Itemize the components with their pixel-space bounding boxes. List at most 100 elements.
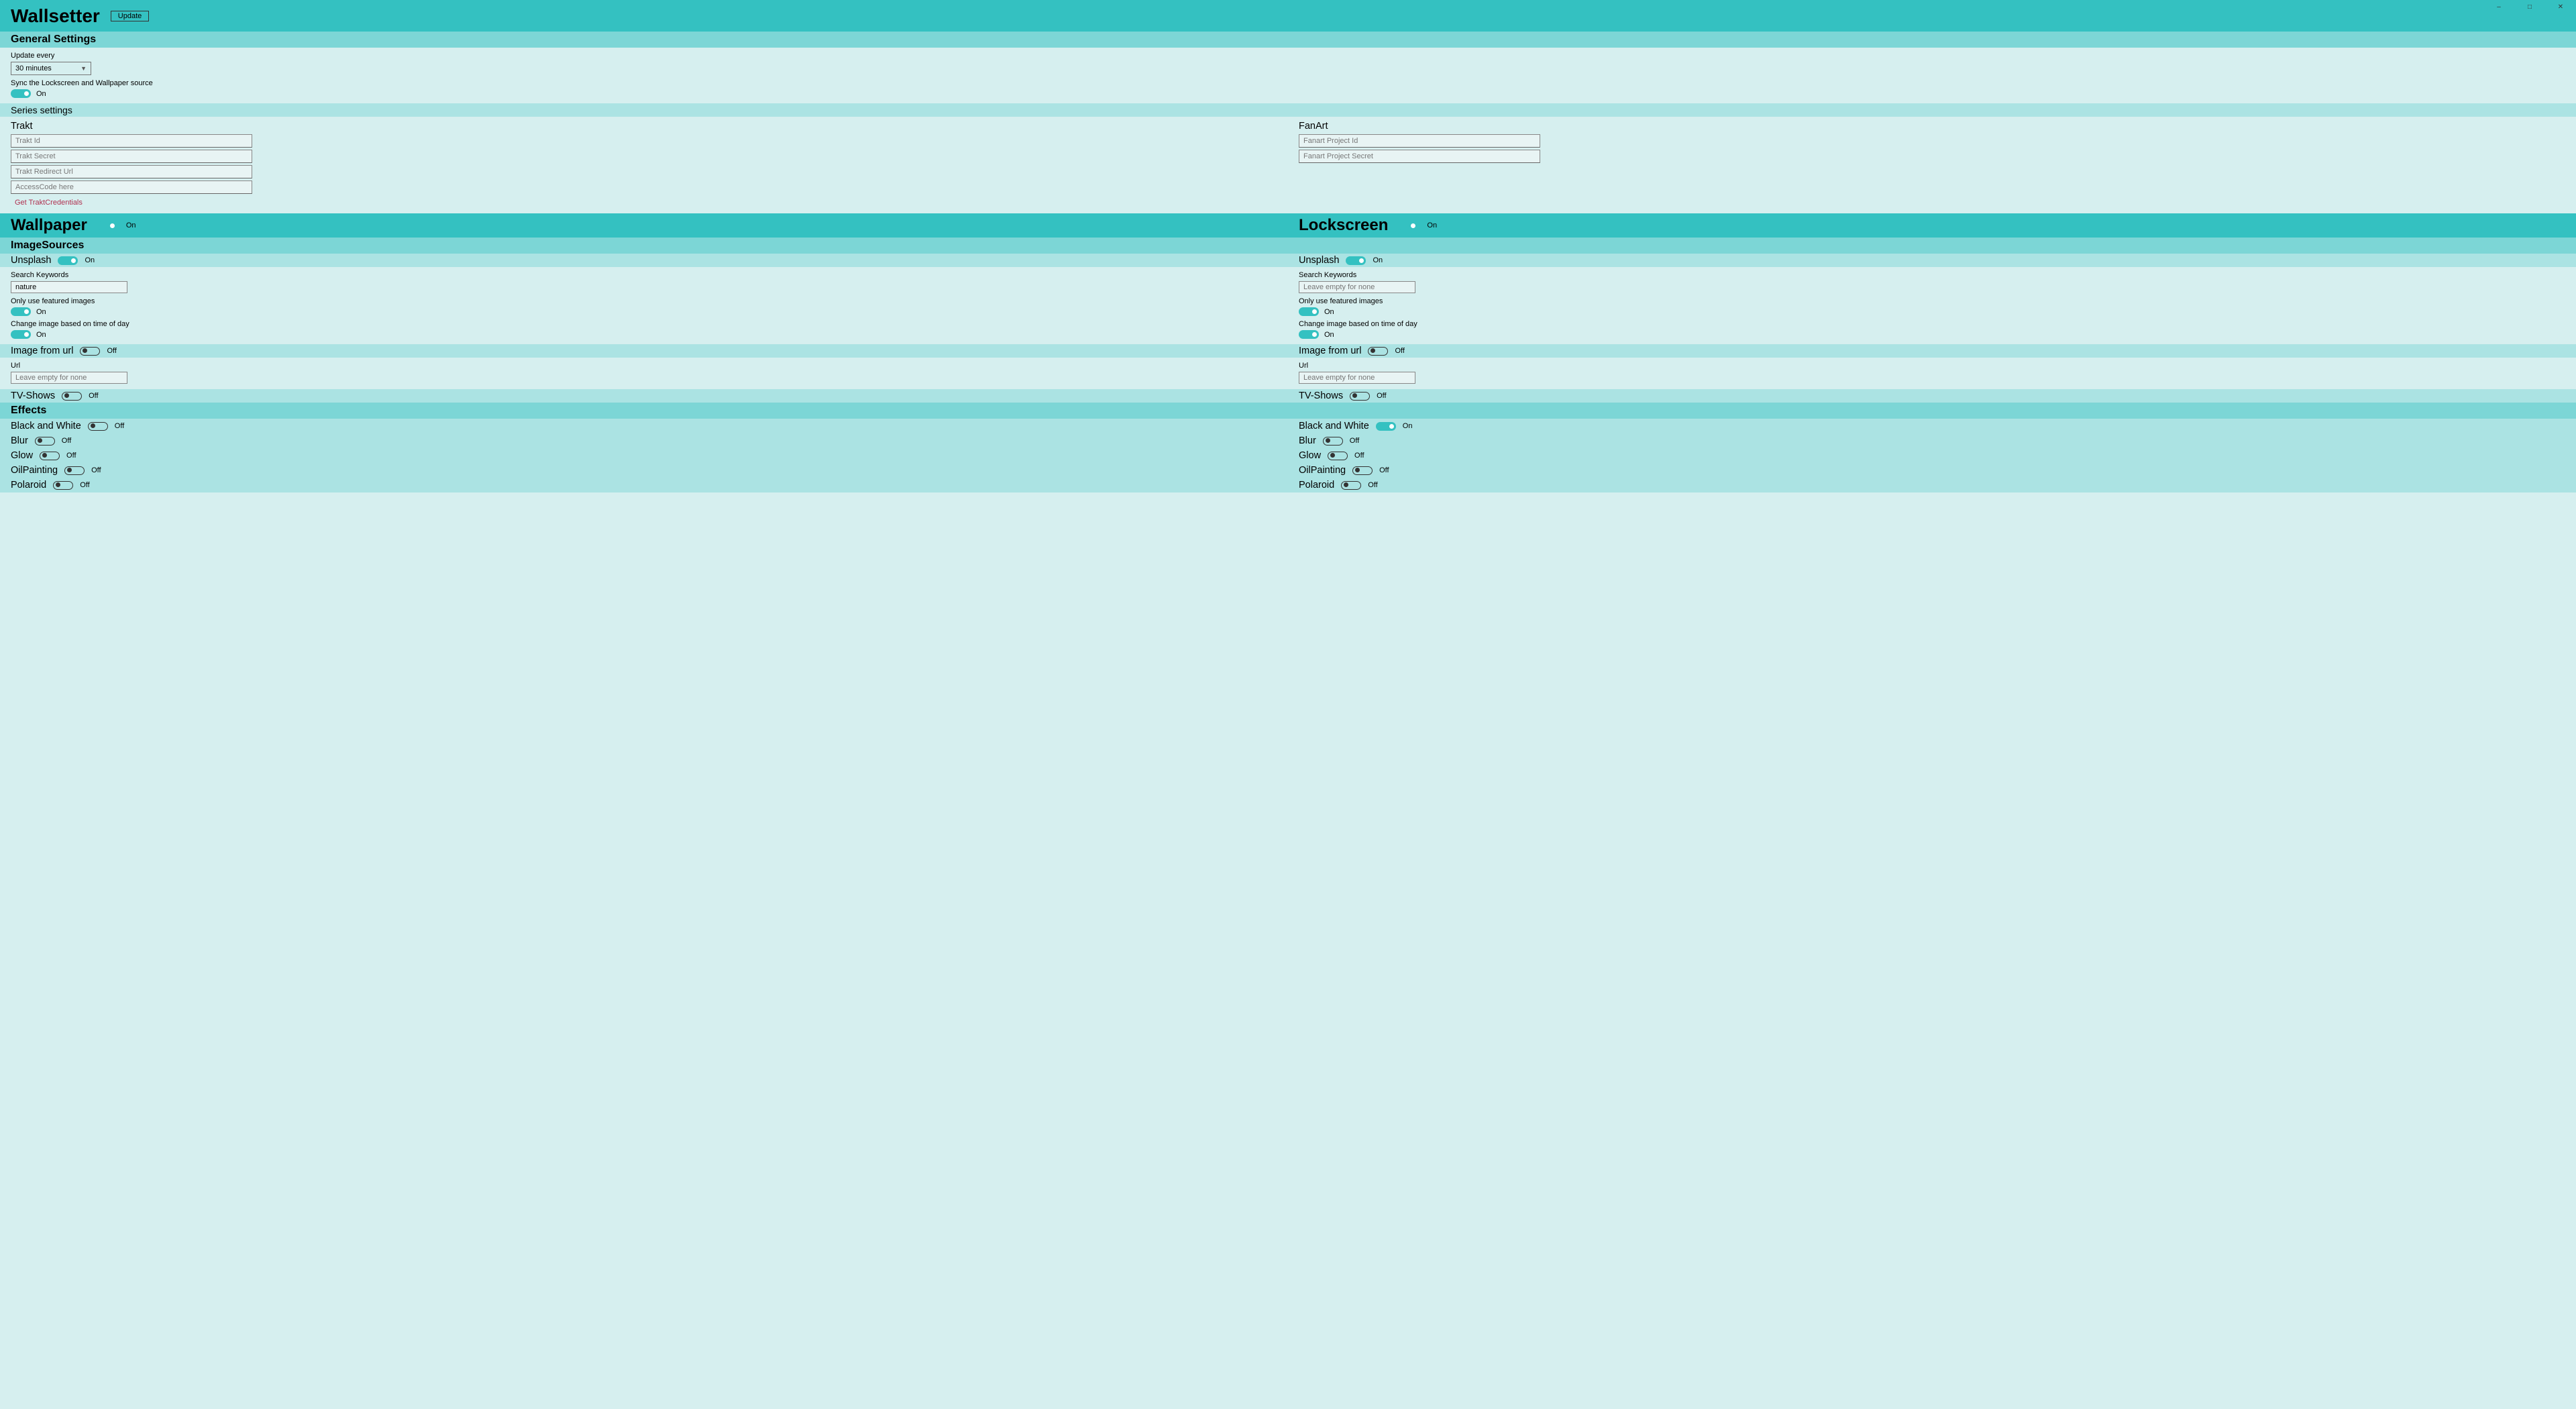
ls-imgurl-state: Off xyxy=(1395,347,1404,355)
ls-tvshows-title: TV-Shows xyxy=(1299,390,1343,401)
ls-featured-toggle[interactable] xyxy=(1299,307,1319,316)
minimize-button[interactable]: – xyxy=(2483,0,2514,13)
ls-tvshows-toggle[interactable] xyxy=(1350,392,1370,401)
wp-polaroid-state: Off xyxy=(80,481,89,489)
ls-unsplash-state: On xyxy=(1373,256,1383,264)
wp-bw-state: Off xyxy=(115,422,124,430)
update-button[interactable]: Update xyxy=(111,11,149,21)
ls-keywords-label: Search Keywords xyxy=(1299,271,2565,279)
wp-imgurl-title: Image from url xyxy=(11,346,73,356)
wp-unsplash-title: Unsplash xyxy=(11,255,51,266)
wp-tvshows-title: TV-Shows xyxy=(11,390,55,401)
wallpaper-toggle[interactable] xyxy=(97,221,117,230)
app-title: Wallsetter xyxy=(11,5,100,27)
ls-featured-state: On xyxy=(1324,308,1334,316)
ls-oil-toggle[interactable] xyxy=(1352,466,1373,475)
wallpaper-state: On xyxy=(126,221,136,229)
general-settings-body: Update every 30 minutes ▼ Sync the Locks… xyxy=(0,48,2576,103)
ls-bw-toggle[interactable] xyxy=(1376,422,1396,431)
ls-timeofday-toggle[interactable] xyxy=(1299,330,1319,339)
lockscreen-toggle[interactable] xyxy=(1397,221,1417,230)
ls-polaroid-toggle[interactable] xyxy=(1341,481,1361,490)
chevron-down-icon: ▼ xyxy=(80,65,87,72)
ls-glow-label: Glow xyxy=(1299,450,1321,461)
wp-featured-label: Only use featured images xyxy=(11,297,1277,305)
fanart-secret-input[interactable] xyxy=(1299,150,1540,163)
get-trakt-credentials-link[interactable]: Get TraktCredentials xyxy=(11,196,87,209)
trakt-secret-input[interactable] xyxy=(11,150,252,163)
wp-timeofday-label: Change image based on time of day xyxy=(11,320,1277,328)
ls-unsplash-title: Unsplash xyxy=(1299,255,1339,266)
ls-tvshows-state: Off xyxy=(1377,392,1386,400)
ls-keywords-input[interactable] xyxy=(1299,281,1415,293)
ls-unsplash-toggle[interactable] xyxy=(1346,256,1366,265)
wp-keywords-label: Search Keywords xyxy=(11,271,1277,279)
ls-oil-state: Off xyxy=(1379,466,1389,474)
ls-timeofday-state: On xyxy=(1324,331,1334,339)
wp-bw-label: Black and White xyxy=(11,421,81,431)
wp-featured-state: On xyxy=(36,308,46,316)
wp-unsplash-toggle[interactable] xyxy=(58,256,78,265)
trakt-accesscode-input[interactable] xyxy=(11,180,252,194)
general-settings-header: General Settings xyxy=(0,32,2576,48)
maximize-button[interactable]: □ xyxy=(2514,0,2545,13)
wp-unsplash-state: On xyxy=(85,256,95,264)
wp-keywords-input[interactable] xyxy=(11,281,127,293)
ls-glow-toggle[interactable] xyxy=(1328,452,1348,460)
close-button[interactable]: ✕ xyxy=(2545,0,2576,13)
trakt-title: Trakt xyxy=(11,121,1277,132)
update-every-value: 30 minutes xyxy=(15,64,52,72)
sync-state: On xyxy=(36,90,46,98)
wp-blur-label: Blur xyxy=(11,435,28,446)
wp-oil-label: OilPainting xyxy=(11,465,58,476)
series-settings-header: Series settings xyxy=(0,103,2576,117)
ls-blur-state: Off xyxy=(1350,437,1359,445)
wp-bw-toggle[interactable] xyxy=(88,422,108,431)
ls-url-label: Url xyxy=(1299,362,2565,370)
wp-tvshows-state: Off xyxy=(89,392,98,400)
wp-glow-label: Glow xyxy=(11,450,33,461)
ls-polaroid-state: Off xyxy=(1368,481,1377,489)
ls-blur-toggle[interactable] xyxy=(1323,437,1343,446)
imagesources-header: ImageSources xyxy=(0,238,1288,254)
titlebar: Wallsetter Update – □ ✕ xyxy=(0,0,2576,32)
ls-imgurl-toggle[interactable] xyxy=(1368,347,1388,356)
lockscreen-state: On xyxy=(1427,221,1437,229)
lockscreen-title: Lockscreen xyxy=(1299,216,1388,235)
window-controls: – □ ✕ xyxy=(2483,0,2576,13)
wp-url-input[interactable] xyxy=(11,372,127,384)
ls-url-input[interactable] xyxy=(1299,372,1415,384)
wallpaper-title: Wallpaper xyxy=(11,216,87,235)
ls-polaroid-label: Polaroid xyxy=(1299,480,1334,490)
update-every-dropdown[interactable]: 30 minutes ▼ xyxy=(11,62,91,75)
ls-glow-state: Off xyxy=(1354,452,1364,460)
wp-imgurl-toggle[interactable] xyxy=(80,347,100,356)
ls-bw-state: On xyxy=(1403,422,1413,430)
wp-polaroid-toggle[interactable] xyxy=(53,481,73,490)
update-every-label: Update every xyxy=(11,52,2565,60)
wp-blur-toggle[interactable] xyxy=(35,437,55,446)
ls-oil-label: OilPainting xyxy=(1299,465,1346,476)
fanart-title: FanArt xyxy=(1299,121,2565,132)
wp-timeofday-toggle[interactable] xyxy=(11,330,31,339)
wp-featured-toggle[interactable] xyxy=(11,307,31,316)
wp-polaroid-label: Polaroid xyxy=(11,480,46,490)
wp-glow-toggle[interactable] xyxy=(40,452,60,460)
wp-tvshows-toggle[interactable] xyxy=(62,392,82,401)
ls-featured-label: Only use featured images xyxy=(1299,297,2565,305)
wp-blur-state: Off xyxy=(62,437,71,445)
ls-blur-label: Blur xyxy=(1299,435,1316,446)
ls-timeofday-label: Change image based on time of day xyxy=(1299,320,2565,328)
trakt-redirect-input[interactable] xyxy=(11,165,252,178)
wp-glow-state: Off xyxy=(66,452,76,460)
fanart-id-input[interactable] xyxy=(1299,134,1540,148)
wp-oil-state: Off xyxy=(91,466,101,474)
ls-bw-label: Black and White xyxy=(1299,421,1369,431)
ls-imgurl-title: Image from url xyxy=(1299,346,1361,356)
wp-imgurl-state: Off xyxy=(107,347,116,355)
sync-label: Sync the Lockscreen and Wallpaper source xyxy=(11,79,2565,87)
trakt-id-input[interactable] xyxy=(11,134,252,148)
effects-header: Effects xyxy=(0,403,1288,419)
sync-toggle[interactable] xyxy=(11,89,31,98)
wp-oil-toggle[interactable] xyxy=(64,466,85,475)
